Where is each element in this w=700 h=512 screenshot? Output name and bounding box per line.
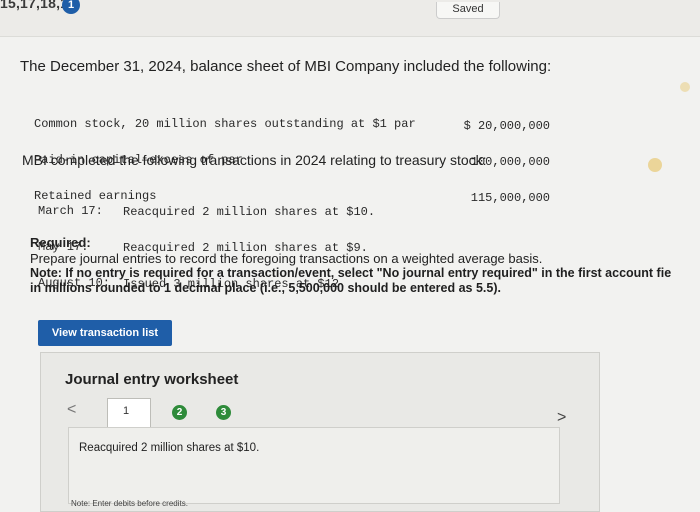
top-bar: 15,17,18,19 1 Saved [0, 0, 700, 37]
transaction-text: Reacquired 2 million shares at $10. [79, 442, 260, 454]
decorative-dot [680, 82, 690, 92]
entry-note-line2: in millions rounded to 1 decimal place (… [30, 281, 501, 295]
required-heading: Required: [30, 235, 91, 250]
saved-status: Saved [436, 2, 500, 19]
step-2[interactable]: 2 [172, 405, 187, 420]
transaction-desc: Reacquired 2 million shares at $10. [123, 205, 376, 219]
transactions-intro: MBI completed the following transactions… [22, 152, 487, 168]
step-1[interactable]: 1 [123, 405, 129, 417]
step-3[interactable]: 3 [216, 405, 231, 420]
required-instructions: Prepare journal entries to record the fo… [30, 251, 543, 266]
chevron-right-icon[interactable]: > [557, 409, 566, 427]
entry-note: Note: If no entry is required for a tran… [30, 266, 700, 296]
worksheet-title: Journal entry worksheet [65, 371, 239, 388]
balance-sheet-value: 115,000,000 [470, 191, 550, 205]
view-transaction-list-button[interactable]: View transaction list [38, 320, 172, 346]
problem-intro: The December 31, 2024, balance sheet of … [20, 58, 552, 75]
decorative-dot [648, 158, 662, 172]
balance-sheet-value: $ 20,000,000 [463, 119, 550, 133]
transaction-date: March 17: [38, 204, 103, 218]
balance-sheet-label: Common stock, 20 million shares outstand… [34, 117, 416, 131]
transaction-description-box: Reacquired 2 million shares at $10. [68, 427, 560, 504]
journal-entry-worksheet: Journal entry worksheet < 1 2 3 > Reacqu… [40, 352, 600, 512]
chevron-left-icon[interactable]: < [67, 401, 76, 419]
debits-before-credits-note: Note: Enter debits before credits. [71, 499, 188, 508]
entry-note-line1: Note: If no entry is required for a tran… [30, 266, 672, 280]
question-badge[interactable]: 1 [62, 0, 80, 14]
